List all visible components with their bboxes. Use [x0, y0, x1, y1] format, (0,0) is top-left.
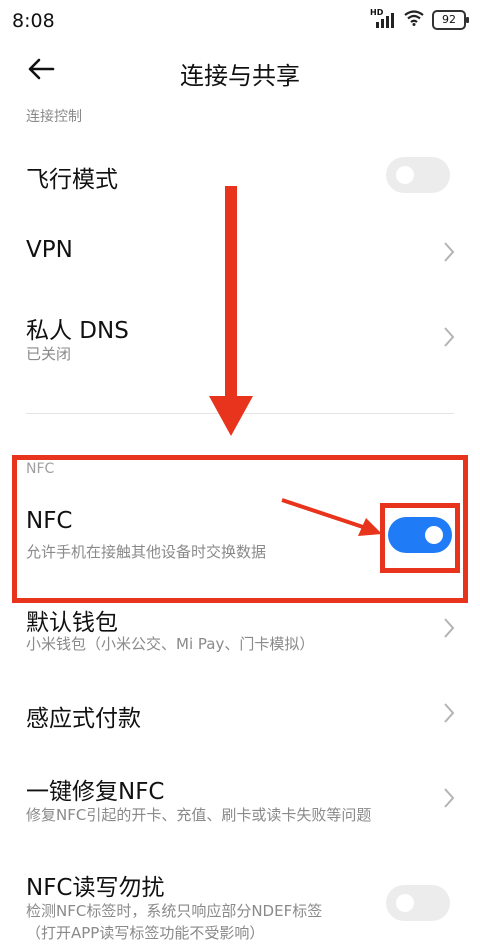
annotation-arrows: [209, 186, 382, 536]
annotation-arrow-down-head: [209, 396, 253, 436]
annotation-arrow-down-shaft: [225, 186, 237, 396]
annotation-arrow-diagonal-shaft: [281, 498, 367, 530]
